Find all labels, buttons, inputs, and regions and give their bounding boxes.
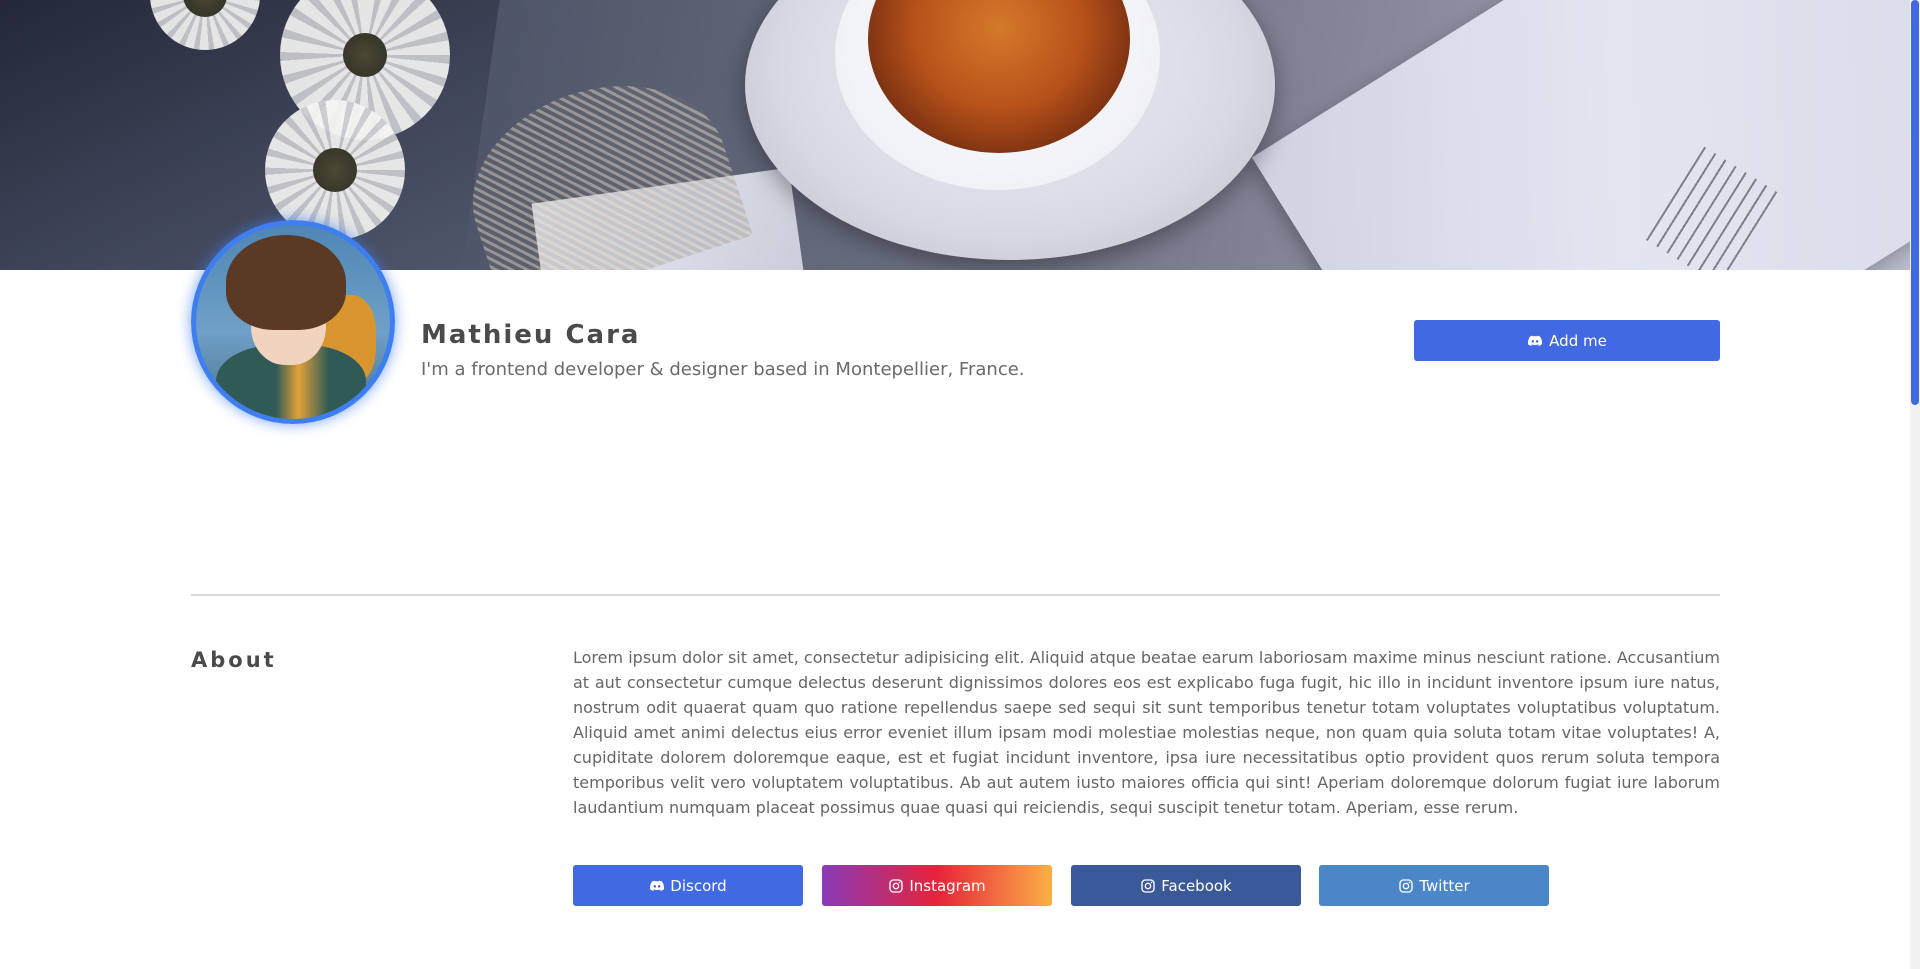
twitter-label: Twitter <box>1419 876 1470 895</box>
scrollbar-thumb[interactable] <box>1911 0 1919 405</box>
add-me-button[interactable]: Add me <box>1414 320 1720 361</box>
twitter-button[interactable]: Twitter <box>1319 865 1549 906</box>
facebook-button[interactable]: Facebook <box>1071 865 1301 906</box>
about-text: Lorem ipsum dolor sit amet, consectetur … <box>573 648 1720 817</box>
divider <box>191 594 1720 596</box>
instagram-icon <box>889 878 904 893</box>
facebook-label: Facebook <box>1161 876 1232 895</box>
scrollbar[interactable] <box>1910 0 1920 969</box>
about-title: About <box>191 648 277 672</box>
discord-button[interactable]: Discord <box>573 865 803 906</box>
instagram-icon <box>1141 878 1155 893</box>
instagram-label: Instagram <box>909 876 986 895</box>
instagram-button[interactable]: Instagram <box>822 865 1052 906</box>
discord-icon <box>650 880 665 891</box>
avatar <box>191 220 395 424</box>
instagram-icon <box>1399 878 1414 893</box>
discord-label: Discord <box>670 876 727 895</box>
profile-tagline: I'm a frontend developer & designer base… <box>421 359 1025 380</box>
add-me-label: Add me <box>1549 331 1607 350</box>
profile-name: Mathieu Cara <box>421 320 641 350</box>
discord-icon <box>1528 335 1543 346</box>
